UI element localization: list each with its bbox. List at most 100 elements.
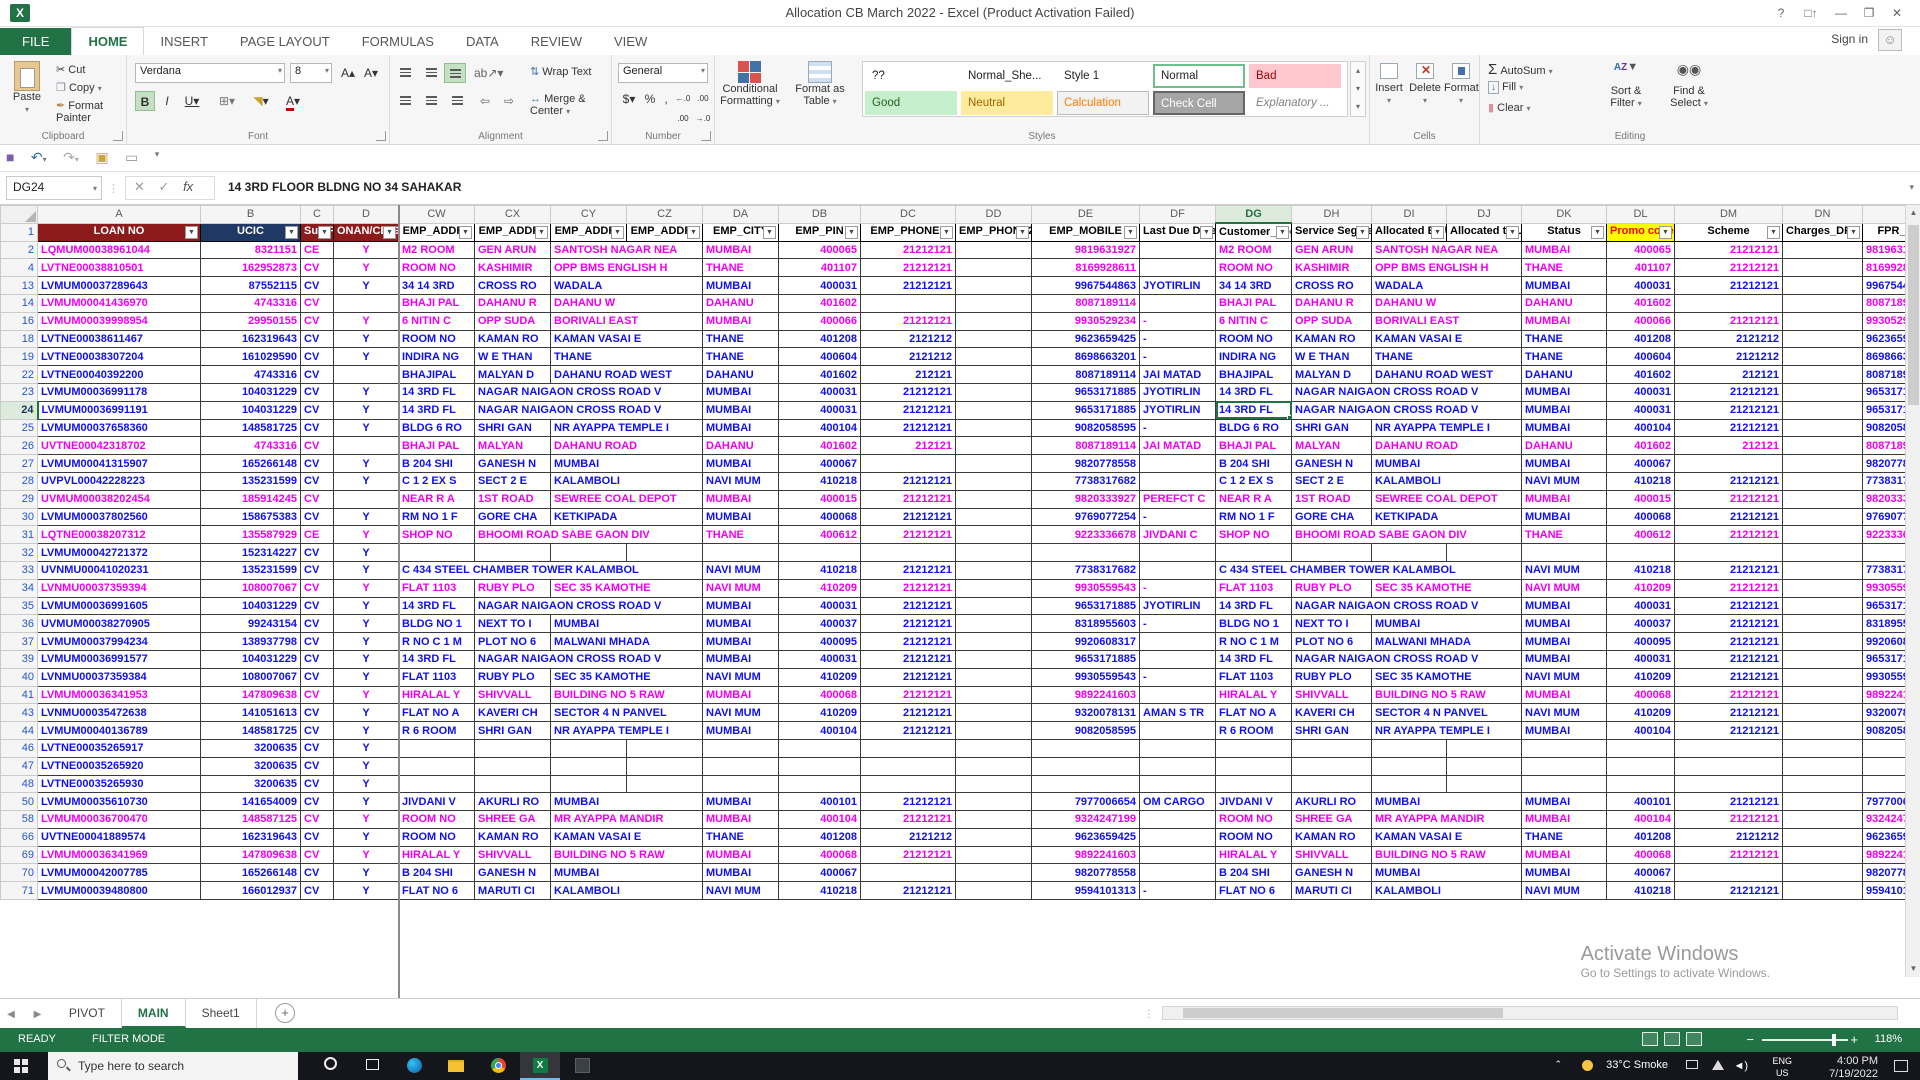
cell-style-calculation[interactable]: Calculation xyxy=(1057,91,1149,115)
cell[interactable]: RM NO 1 F xyxy=(1216,508,1292,526)
cell[interactable]: LVNMU00035472638 xyxy=(38,704,201,722)
cell[interactable]: KAMAN VASAI E xyxy=(551,828,703,846)
cell[interactable]: JYOTIRLIN xyxy=(1140,383,1216,401)
cell[interactable]: 9594101313 xyxy=(1032,882,1140,900)
cell[interactable]: SECTOR 4 N PANVEL xyxy=(1372,704,1522,722)
italic-button[interactable]: I xyxy=(157,91,177,111)
cell[interactable]: 400066 xyxy=(1607,312,1675,330)
cell[interactable] xyxy=(956,597,1032,615)
cell[interactable]: KAMAN RO xyxy=(475,330,551,348)
cell[interactable]: 141654009 xyxy=(201,793,301,811)
cell[interactable]: NAVI MUM xyxy=(1522,668,1607,686)
cell[interactable] xyxy=(1032,775,1140,793)
filter-icon-city[interactable]: ▼ xyxy=(763,226,776,239)
cell[interactable]: 212121 xyxy=(1675,366,1783,384)
field-header-scheme[interactable]: Scheme▼ xyxy=(1675,223,1783,241)
cell[interactable]: ROOM NO xyxy=(399,259,475,277)
cell[interactable]: LVMUM00037802560 xyxy=(38,508,201,526)
cell[interactable]: 21212121 xyxy=(861,312,956,330)
vertical-scrollbar[interactable]: ▲ ▼ xyxy=(1905,205,1920,977)
cell[interactable]: Y xyxy=(334,544,399,562)
cell[interactable] xyxy=(1607,757,1675,775)
delete-cells-button[interactable]: ✕Delete▾ xyxy=(1408,63,1442,106)
cell[interactable]: MUMBAI xyxy=(703,508,779,526)
cell[interactable]: HIRALAL Y xyxy=(1216,846,1292,864)
cell[interactable] xyxy=(956,739,1032,757)
cell[interactable]: LVTNE00038307204 xyxy=(38,348,201,366)
cell[interactable]: W E THAN xyxy=(475,348,551,366)
cell[interactable]: 14 3RD FL xyxy=(399,383,475,401)
cell[interactable]: BLDG NO 1 xyxy=(399,615,475,633)
row-header-29[interactable]: 29 xyxy=(1,490,38,508)
cell[interactable] xyxy=(1783,561,1863,579)
cell[interactable]: 21212121 xyxy=(861,633,956,651)
filter-icon-last_due[interactable]: ▼ xyxy=(1200,226,1213,239)
ribbon-tab-data[interactable]: DATA xyxy=(450,28,515,56)
edge-icon[interactable] xyxy=(394,1052,434,1080)
cell[interactable] xyxy=(1783,811,1863,829)
cell[interactable]: JAI MATAD xyxy=(1140,437,1216,455)
cell[interactable] xyxy=(1783,722,1863,740)
cell[interactable] xyxy=(861,544,956,562)
shrink-font-button[interactable]: A▾ xyxy=(360,63,382,83)
cell[interactable]: LVMUM00036341953 xyxy=(38,686,201,704)
cell[interactable] xyxy=(956,828,1032,846)
cell[interactable]: JYOTIRLIN xyxy=(1140,597,1216,615)
cell[interactable]: 400037 xyxy=(779,615,861,633)
cell[interactable]: CV xyxy=(301,811,334,829)
cell[interactable]: 400067 xyxy=(1607,864,1675,882)
cell-style-check-cell[interactable]: Check Cell xyxy=(1153,91,1245,115)
cell[interactable]: 162952873 xyxy=(201,259,301,277)
cell[interactable]: 410209 xyxy=(779,579,861,597)
cell[interactable]: 401602 xyxy=(1607,294,1675,312)
cell[interactable] xyxy=(1372,775,1447,793)
cell[interactable]: HIRALAL Y xyxy=(399,846,475,864)
cell[interactable] xyxy=(1783,739,1863,757)
cell[interactable]: CV xyxy=(301,757,334,775)
column-header-A[interactable]: A xyxy=(38,206,201,224)
column-header-DN[interactable]: DN xyxy=(1783,206,1863,224)
cell[interactable]: DAHANU xyxy=(1522,366,1607,384)
cell[interactable]: SANTOSH NAGAR NEA xyxy=(551,241,703,259)
cell[interactable]: Y xyxy=(334,793,399,811)
row-header-70[interactable]: 70 xyxy=(1,864,38,882)
cell[interactable]: 400612 xyxy=(1607,526,1675,544)
cell[interactable]: 400068 xyxy=(1607,686,1675,704)
column-header-DH[interactable]: DH xyxy=(1292,206,1372,224)
cell[interactable]: 104031229 xyxy=(201,383,301,401)
cell[interactable]: NAVI MUM xyxy=(703,704,779,722)
task-view-icon[interactable] xyxy=(352,1052,392,1080)
cell[interactable]: CE xyxy=(301,526,334,544)
cell[interactable]: 21212121 xyxy=(861,668,956,686)
cell[interactable] xyxy=(1292,739,1372,757)
cell[interactable]: SECTOR 4 N PANVEL xyxy=(551,704,703,722)
cell-style-bad[interactable]: Bad xyxy=(1249,64,1341,88)
field-header-mobile[interactable]: EMP_MOBILE▼ xyxy=(1032,223,1140,241)
cell[interactable] xyxy=(1783,704,1863,722)
cell[interactable] xyxy=(861,757,956,775)
field-header-promo[interactable]: Promo code▼ xyxy=(1607,223,1675,241)
cell[interactable]: 400104 xyxy=(1607,811,1675,829)
cell[interactable]: Y xyxy=(334,722,399,740)
cancel-icon[interactable]: ✕ xyxy=(134,179,145,194)
cell[interactable]: CV xyxy=(301,294,334,312)
cell[interactable]: 9967544863 xyxy=(1032,277,1140,295)
worksheet-grid[interactable]: ABCDCWCXCYCZDADBDCDDDEDFDGDHDIDJDKDLDMDN… xyxy=(0,205,1920,998)
cell[interactable] xyxy=(1783,544,1863,562)
filter-icon-addr3[interactable]: ▼ xyxy=(611,226,624,239)
cell[interactable]: SEC 35 KAMOTHE xyxy=(1372,579,1522,597)
cell[interactable] xyxy=(1216,544,1292,562)
cell[interactable]: MUMBAI xyxy=(1372,455,1522,473)
merge-center-button[interactable]: ↔ Merge & Center ▾ xyxy=(530,93,611,117)
cell[interactable]: CV xyxy=(301,704,334,722)
cell[interactable]: 2121212 xyxy=(861,348,956,366)
cell[interactable] xyxy=(475,739,551,757)
scroll-down-icon[interactable]: ▼ xyxy=(1906,961,1920,977)
cell[interactable]: 400104 xyxy=(779,419,861,437)
row-header-41[interactable]: 41 xyxy=(1,686,38,704)
cell[interactable]: 1ST ROAD xyxy=(475,490,551,508)
cell[interactable]: 3200635 xyxy=(201,775,301,793)
cell[interactable]: 400067 xyxy=(779,864,861,882)
cell[interactable]: 400612 xyxy=(779,526,861,544)
cell[interactable]: NR AYAPPA TEMPLE I xyxy=(1372,419,1522,437)
